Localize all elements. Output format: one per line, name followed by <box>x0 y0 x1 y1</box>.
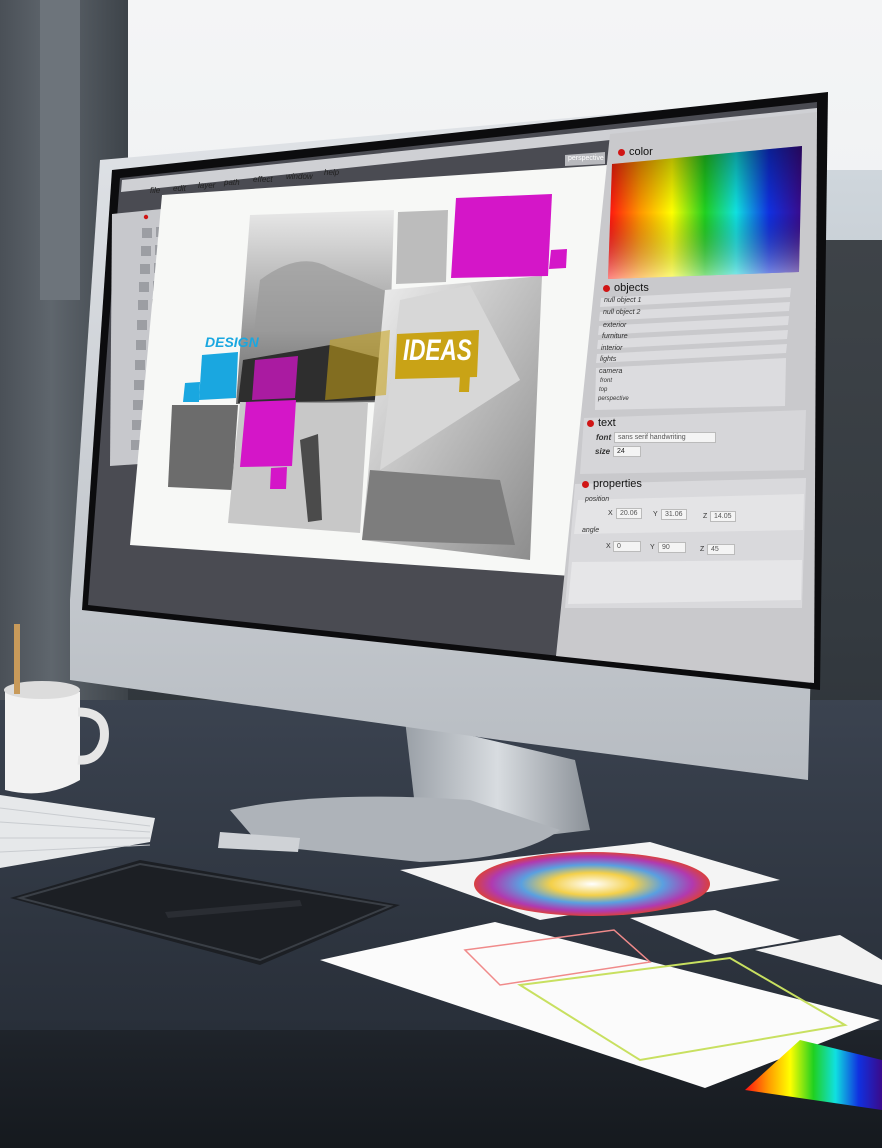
desk-scene: file edit layer path effect window help … <box>0 0 882 1148</box>
object-item[interactable]: lights <box>600 356 616 363</box>
ideas-word: IDEAS <box>403 334 472 367</box>
angle-x-label: X <box>606 543 611 550</box>
color-wheel <box>474 852 710 916</box>
object-subitem[interactable]: front <box>600 378 612 384</box>
position-x-field[interactable]: 20.06 <box>616 508 642 519</box>
angle-z-label: Z <box>700 546 705 553</box>
position-label: position <box>585 496 610 503</box>
magenta-block-top <box>451 194 552 278</box>
color-panel-label: color <box>629 146 653 158</box>
object-item[interactable]: camera <box>599 368 622 375</box>
objects-panel-label: objects <box>614 282 649 294</box>
record-dot-icon <box>582 480 589 488</box>
color-panel-title: color <box>618 146 653 158</box>
photo-branches <box>168 405 238 490</box>
angle-label: angle <box>582 527 600 534</box>
object-item[interactable]: furniture <box>602 333 628 340</box>
position-y-label: Y <box>653 511 658 518</box>
object-item[interactable]: interior <box>601 345 622 352</box>
position-z-field[interactable]: 14.05 <box>710 511 736 522</box>
cyan-block <box>199 352 238 400</box>
font-label: font <box>596 433 612 442</box>
size-field[interactable]: 24 <box>613 446 641 457</box>
monitor-illustration <box>0 92 882 1110</box>
perspective-button[interactable]: perspective <box>568 155 604 162</box>
object-item[interactable]: null object 1 <box>604 297 641 304</box>
menu-path[interactable]: path <box>224 178 240 187</box>
menu-edit[interactable]: edit <box>173 184 186 193</box>
menu-layer[interactable]: layer <box>198 181 215 190</box>
angle-x-field[interactable]: 0 <box>613 541 641 552</box>
object-subitem[interactable]: top <box>599 387 607 393</box>
objects-panel-title: objects <box>603 282 649 294</box>
size-label: size <box>595 447 611 456</box>
menu-file[interactable]: file <box>150 186 160 195</box>
menu-effect[interactable]: effect <box>253 175 273 184</box>
record-dot-icon <box>587 419 594 427</box>
position-z-label: Z <box>703 513 708 520</box>
design-word: DESIGN <box>205 334 259 350</box>
text-panel-label: text <box>598 417 616 429</box>
pencil <box>14 624 20 694</box>
angle-y-field[interactable]: 90 <box>658 542 686 553</box>
magenta-block-bottom <box>240 400 296 467</box>
text-panel-title: text <box>587 417 616 429</box>
menu-help[interactable]: help <box>324 168 339 177</box>
angle-z-field[interactable]: 45 <box>707 544 735 555</box>
position-y-field[interactable]: 31.06 <box>661 509 687 520</box>
object-item[interactable]: null object 2 <box>603 309 640 316</box>
keyboard <box>0 795 155 868</box>
object-subitem[interactable]: perspective <box>598 396 629 402</box>
properties-panel-label: properties <box>593 478 642 490</box>
properties-panel-title: properties <box>582 478 642 490</box>
menu-window[interactable]: window <box>286 172 313 181</box>
record-dot-icon <box>618 148 625 156</box>
position-x-label: X <box>608 510 613 517</box>
font-field[interactable]: sans serif handwriting <box>614 432 716 443</box>
record-dot-icon <box>603 284 610 292</box>
object-item[interactable]: exterior <box>603 322 626 329</box>
photo-flowers <box>396 210 448 284</box>
coffee-cup <box>4 681 109 794</box>
angle-y-label: Y <box>650 544 655 551</box>
